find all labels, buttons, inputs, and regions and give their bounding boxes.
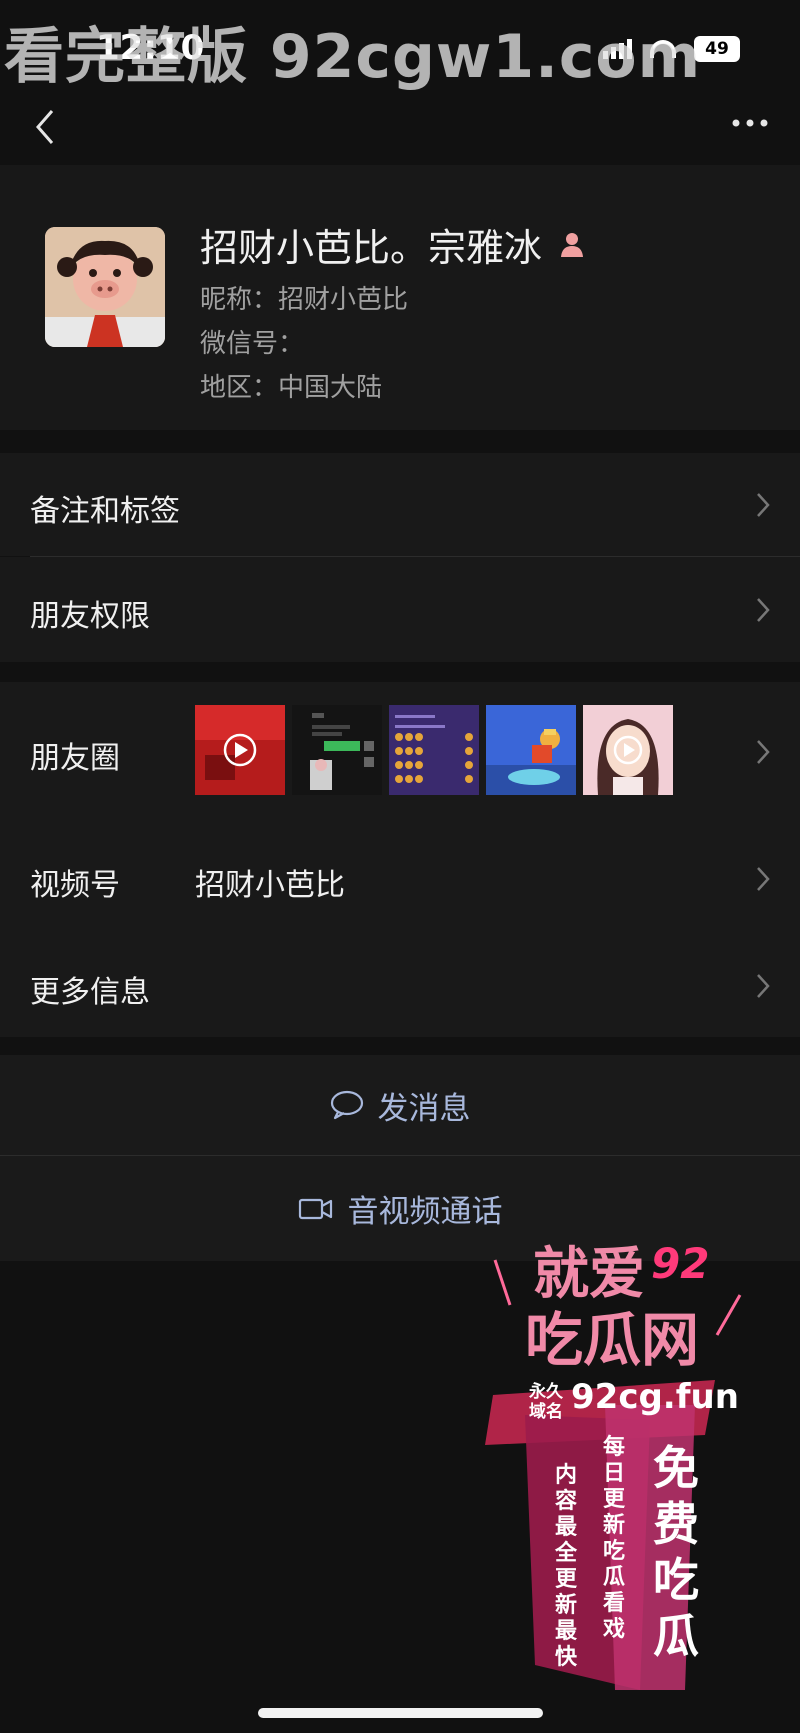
video-camera-icon bbox=[298, 1198, 332, 1219]
channels-value: 招财小芭比 bbox=[195, 868, 345, 903]
moments-label: 朋友圈 bbox=[30, 741, 120, 776]
chevron-right-icon bbox=[757, 867, 770, 891]
promo-watermark: 就爱 92 吃瓜网 永久 域名 92cg.fun 免费吃瓜 每日更新 吃瓜看戏 … bbox=[485, 1235, 765, 1695]
region-line: 地区：中国大陆 bbox=[200, 373, 383, 403]
avatar[interactable] bbox=[45, 227, 165, 347]
promo-domain: 92cg.fun bbox=[571, 1377, 739, 1417]
chevron-left-icon bbox=[36, 110, 54, 144]
promo-prefix2: 域名 bbox=[529, 1402, 563, 1422]
promo-vertical-1: 免费吃瓜 bbox=[653, 1441, 699, 1663]
friend-permissions-row[interactable]: 朋友权限 bbox=[0, 557, 800, 662]
moments-thumbnail[interactable] bbox=[583, 705, 673, 795]
chevron-right-icon bbox=[757, 740, 770, 764]
more-icon bbox=[732, 119, 768, 127]
wechat-id-line: 微信号： bbox=[200, 329, 305, 359]
watermark-banner: 看完整版 92cgw1.com bbox=[4, 22, 702, 92]
moments-thumbnail[interactable] bbox=[292, 705, 382, 795]
promo-vertical-3: 内容最全 更新最快 bbox=[555, 1463, 578, 1670]
send-message-label: 发消息 bbox=[377, 1090, 471, 1127]
avatar-image bbox=[45, 227, 165, 347]
nickname-line: 昵称：招财小芭比 bbox=[200, 285, 409, 315]
moments-thumbnail[interactable] bbox=[486, 705, 576, 795]
nav-bar bbox=[0, 95, 800, 165]
channels-row[interactable]: 视频号 招财小芭比 bbox=[0, 822, 800, 937]
promo-line2: 吃瓜网 bbox=[525, 1306, 700, 1374]
back-button[interactable] bbox=[28, 107, 64, 147]
profile-header: 招财小芭比。宗雅冰 昵称：招财小芭比 微信号： 地区：中国大陆 bbox=[0, 165, 800, 430]
send-message-button[interactable]: 发消息 bbox=[0, 1055, 800, 1155]
moments-thumbnail[interactable] bbox=[389, 705, 479, 795]
av-call-label: 音视频通话 bbox=[347, 1194, 503, 1230]
chat-bubble-icon bbox=[330, 1090, 363, 1120]
moments-thumbnail[interactable] bbox=[195, 705, 285, 795]
friend-permissions-label: 朋友权限 bbox=[30, 599, 150, 634]
female-icon bbox=[561, 232, 584, 257]
remarks-tags-label: 备注和标签 bbox=[30, 494, 180, 529]
chevron-right-icon bbox=[757, 598, 770, 622]
home-indicator[interactable] bbox=[258, 1708, 543, 1718]
name-row: 招财小芭比。宗雅冰 bbox=[200, 217, 588, 272]
remarks-tags-row[interactable]: 备注和标签 bbox=[0, 453, 800, 556]
display-name: 招财小芭比。宗雅冰 bbox=[200, 226, 543, 270]
chevron-right-icon bbox=[757, 974, 770, 998]
more-info-label: 更多信息 bbox=[30, 975, 150, 1010]
chevron-right-icon bbox=[757, 493, 770, 517]
more-info-row[interactable]: 更多信息 bbox=[0, 937, 800, 1037]
more-button[interactable] bbox=[730, 111, 770, 135]
channels-label: 视频号 bbox=[30, 868, 120, 903]
promo-badge: 92 bbox=[651, 1239, 710, 1288]
promo-vertical-2: 每日更新 吃瓜看戏 bbox=[603, 1435, 626, 1642]
